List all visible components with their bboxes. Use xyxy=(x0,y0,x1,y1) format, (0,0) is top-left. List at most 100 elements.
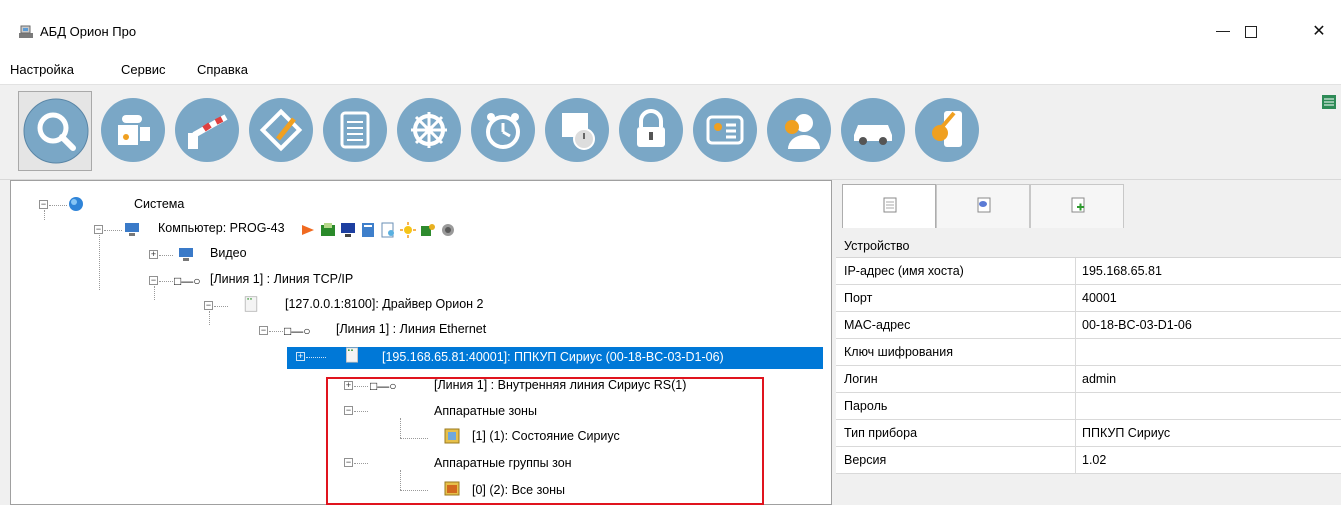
property-row[interactable]: MAC-адрес 00-18-BC-03-D1-06 xyxy=(836,312,1341,339)
barrier-button[interactable] xyxy=(170,91,244,171)
maximize-icon xyxy=(1245,25,1257,38)
schedule-button[interactable] xyxy=(540,91,614,171)
vehicles-button[interactable] xyxy=(836,91,910,171)
property-key: Логин xyxy=(836,366,1076,393)
property-value[interactable]: 195.168.65.81 xyxy=(1082,258,1162,285)
schedule-icon xyxy=(545,98,609,162)
main-toolbar xyxy=(0,84,1341,180)
property-key: Ключ шифрования xyxy=(836,339,1076,366)
maximize-button[interactable] xyxy=(1228,18,1274,46)
window-title: АБД Орион Про xyxy=(40,24,137,39)
monitor-icon xyxy=(341,223,355,237)
property-row[interactable]: IP-адрес (имя хоста) 195.168.65.81 xyxy=(836,258,1341,285)
section-title: Устройство xyxy=(844,239,910,253)
close-button[interactable]: ✕ xyxy=(1296,18,1341,46)
report-icon xyxy=(381,222,394,238)
property-key: Порт xyxy=(836,285,1076,312)
tree-node-computer[interactable]: Компьютер: PROG-43 xyxy=(158,218,285,238)
globe-icon xyxy=(69,197,83,211)
server-icon xyxy=(362,223,374,237)
alarm-clock-icon xyxy=(471,98,535,162)
line-icon: □—○ xyxy=(370,379,397,393)
property-row[interactable]: Ключ шифрования xyxy=(836,339,1341,366)
property-value[interactable]: 1.02 xyxy=(1082,447,1106,474)
tree-expander[interactable]: − xyxy=(344,458,353,467)
document-tab-icon xyxy=(883,197,897,213)
tree-expander[interactable]: + xyxy=(296,352,305,361)
line-icon: □—○ xyxy=(284,324,311,338)
devices-button[interactable] xyxy=(96,91,170,171)
video-monitor-icon xyxy=(179,248,193,261)
arrow-icon xyxy=(302,225,314,235)
tree-node-system[interactable]: Система xyxy=(134,194,184,214)
devices-icon xyxy=(101,98,165,162)
tree-expander[interactable]: − xyxy=(204,301,213,310)
list-view-icon[interactable] xyxy=(1322,95,1336,109)
personnel-button[interactable] xyxy=(688,91,762,171)
tab-comments[interactable] xyxy=(936,184,1030,228)
property-key: Тип прибора xyxy=(836,420,1076,447)
control-button[interactable] xyxy=(392,91,466,171)
tree-node-zone-state[interactable]: [1] (1): Состояние Сириус xyxy=(472,426,620,446)
properties-tabs xyxy=(836,180,1341,230)
tree-node-tcpip-line[interactable]: [Линия 1] : Линия TCP/IP xyxy=(210,269,353,289)
menu-service[interactable]: Сервис xyxy=(121,62,166,77)
computer-icon xyxy=(125,223,139,236)
property-row[interactable]: Пароль xyxy=(836,393,1341,420)
property-value[interactable]: 00-18-BC-03-D1-06 xyxy=(1082,312,1192,339)
document-list-icon xyxy=(323,98,387,162)
menu-help[interactable]: Справка xyxy=(197,62,248,77)
menu-settings[interactable]: Настройка xyxy=(10,62,74,77)
close-icon: ✕ xyxy=(1312,23,1326,40)
driver-icon xyxy=(244,296,258,312)
tree-node-hardware-zones[interactable]: Аппаратные зоны xyxy=(434,401,537,421)
tree-expander[interactable]: + xyxy=(149,250,158,259)
tree-node-video[interactable]: Видео xyxy=(210,243,247,263)
property-value[interactable]: 40001 xyxy=(1082,285,1117,312)
search-icon xyxy=(23,98,89,164)
key-folder-icon xyxy=(421,224,435,236)
tree-node-all-zones[interactable]: [0] (2): Все зоны xyxy=(472,480,565,500)
tab-properties[interactable] xyxy=(842,184,936,228)
comment-tab-icon xyxy=(977,197,991,213)
speaker-icon xyxy=(442,224,454,236)
search-button[interactable] xyxy=(18,91,92,171)
tree-expander[interactable]: − xyxy=(259,326,268,335)
property-key: MAC-адрес xyxy=(836,312,1076,339)
property-row[interactable]: Версия 1.02 xyxy=(836,447,1341,474)
tree-expander[interactable]: − xyxy=(344,406,353,415)
property-key: IP-адрес (имя хоста) xyxy=(836,258,1076,285)
device-icon xyxy=(346,347,358,363)
property-value[interactable]: ППКУП Сириус xyxy=(1082,420,1170,447)
wheel-icon xyxy=(397,98,461,162)
users-icon xyxy=(767,98,831,162)
tree-expander[interactable]: − xyxy=(94,225,103,234)
property-row[interactable]: Порт 40001 xyxy=(836,285,1341,312)
tree-node-ethernet-line[interactable]: [Линия 1] : Линия Ethernet xyxy=(336,319,486,339)
property-key: Пароль xyxy=(836,393,1076,420)
journal-button[interactable] xyxy=(318,91,392,171)
tree-expander[interactable]: + xyxy=(344,381,353,390)
zone-group-icon xyxy=(444,481,460,496)
property-row[interactable]: Тип прибора ППКУП Сириус xyxy=(836,420,1341,447)
floorplan-button[interactable] xyxy=(244,91,318,171)
key-icon xyxy=(915,98,979,162)
alarm-button[interactable] xyxy=(466,91,540,171)
property-row[interactable]: Логин admin xyxy=(836,366,1341,393)
floorplan-icon xyxy=(249,98,313,162)
tree-expander[interactable]: − xyxy=(39,200,48,209)
tree-node-driver[interactable]: [127.0.0.1:8100]: Драйвер Орион 2 xyxy=(285,294,483,314)
tree-node-zone-groups[interactable]: Аппаратные группы зон xyxy=(434,453,572,473)
keys-button[interactable] xyxy=(910,91,984,171)
tree-node-internal-line[interactable]: [Линия 1] : Внутренняя линия Сириус RS(1… xyxy=(434,375,686,395)
car-icon xyxy=(841,98,905,162)
tab-add[interactable] xyxy=(1030,184,1124,228)
tree-node-sirius-device[interactable]: [195.168.65.81:40001]: ППКУП Сириус (00-… xyxy=(382,347,724,367)
tree-expander[interactable]: − xyxy=(149,276,158,285)
property-value[interactable]: admin xyxy=(1082,366,1116,393)
access-button[interactable] xyxy=(614,91,688,171)
app-icon xyxy=(19,25,33,38)
properties-panel: Устройство IP-адрес (имя хоста) 195.168.… xyxy=(836,180,1341,505)
users-button[interactable] xyxy=(762,91,836,171)
property-key: Версия xyxy=(836,447,1076,474)
